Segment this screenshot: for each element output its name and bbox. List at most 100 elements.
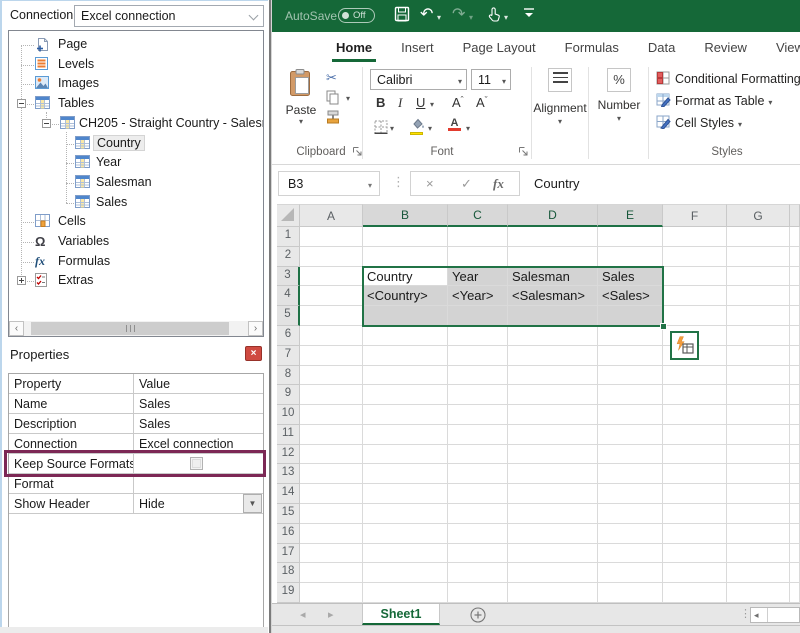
cell-E6[interactable] [598,326,663,346]
cell-G12[interactable] [727,445,790,465]
tree-item-formulas[interactable]: fxFormulas [9,252,263,272]
cell-F17[interactable] [663,544,727,564]
cell-F4[interactable] [663,286,727,306]
collapse-icon[interactable] [17,99,26,108]
cell-H14[interactable] [790,484,800,504]
cell-E5[interactable] [598,306,663,326]
tree-horizontal-scrollbar[interactable]: ‹› [9,321,263,336]
cell-B7[interactable] [363,346,448,366]
cell-C1[interactable] [448,227,508,247]
cell-A1[interactable] [300,227,363,247]
cell-A8[interactable] [300,366,363,386]
tree-item-page[interactable]: Page [9,35,263,55]
column-header-partial[interactable] [790,204,800,227]
cell-G7[interactable] [727,346,790,366]
cell-H5[interactable] [790,306,800,326]
cell-F2[interactable] [663,247,727,267]
cell-A7[interactable] [300,346,363,366]
cell-B4[interactable]: <Country> [363,286,448,306]
row-header-18[interactable]: 18 [277,563,300,583]
cell-E19[interactable] [598,583,663,603]
cell-E11[interactable] [598,425,663,445]
cell-E10[interactable] [598,405,663,425]
cell-A12[interactable] [300,445,363,465]
sheet-tab-sheet1[interactable]: Sheet1 [362,604,440,625]
tree-item-year[interactable]: Year [9,153,263,173]
cell-A2[interactable] [300,247,363,267]
collapse-icon[interactable] [42,119,51,128]
cell-D7[interactable] [508,346,598,366]
cell-G13[interactable] [727,464,790,484]
row-header-10[interactable]: 10 [277,405,300,425]
scroll-left-icon[interactable]: ‹ [9,321,24,336]
column-header-G[interactable]: G [727,204,790,227]
cell-E18[interactable] [598,563,663,583]
cell-C7[interactable] [448,346,508,366]
cell-H3[interactable] [790,267,800,287]
cell-D19[interactable] [508,583,598,603]
cell-C9[interactable] [448,385,508,405]
row-header-7[interactable]: 7 [277,346,300,366]
cell-F1[interactable] [663,227,727,247]
cell-E1[interactable] [598,227,663,247]
cell-E9[interactable] [598,385,663,405]
cell-H2[interactable] [790,247,800,267]
tree-item-ch205-straight-country-salesman[interactable]: CH205 - Straight Country - Salesman [9,114,263,134]
cell-F16[interactable] [663,524,727,544]
cell-A4[interactable] [300,286,363,306]
cell-H9[interactable] [790,385,800,405]
cell-G14[interactable] [727,484,790,504]
cell-G9[interactable] [727,385,790,405]
cell-A9[interactable] [300,385,363,405]
cell-E16[interactable] [598,524,663,544]
cell-C16[interactable] [448,524,508,544]
cell-D18[interactable] [508,563,598,583]
tree-item-salesman[interactable]: Salesman [9,173,263,193]
cell-C12[interactable] [448,445,508,465]
cell-D13[interactable] [508,464,598,484]
cell-H12[interactable] [790,445,800,465]
cell-B17[interactable] [363,544,448,564]
selection-fill-handle[interactable] [660,323,667,330]
cell-F15[interactable] [663,504,727,524]
cell-G2[interactable] [727,247,790,267]
cell-C5[interactable] [448,306,508,326]
cell-D4[interactable]: <Salesman> [508,286,598,306]
cell-E2[interactable] [598,247,663,267]
cell-F9[interactable] [663,385,727,405]
cell-E13[interactable] [598,464,663,484]
cell-D6[interactable] [508,326,598,346]
cell-C2[interactable] [448,247,508,267]
cell-D3[interactable]: Salesman [508,267,598,287]
cell-D17[interactable] [508,544,598,564]
cell-A6[interactable] [300,326,363,346]
cell-F5[interactable] [663,306,727,326]
column-header-F[interactable]: F [663,204,727,227]
close-icon[interactable]: × [245,346,262,361]
cell-C19[interactable] [448,583,508,603]
cell-A19[interactable] [300,583,363,603]
cell-H7[interactable] [790,346,800,366]
cell-C8[interactable] [448,366,508,386]
cell-E8[interactable] [598,366,663,386]
cell-E17[interactable] [598,544,663,564]
cell-H18[interactable] [790,563,800,583]
cell-D9[interactable] [508,385,598,405]
cell-E12[interactable] [598,445,663,465]
scroll-left-icon[interactable]: ◂ [754,610,759,621]
tree-item-sales[interactable]: Sales [9,193,263,213]
scrollbar-thumb[interactable] [31,322,229,335]
cell-C18[interactable] [448,563,508,583]
cell-A13[interactable] [300,464,363,484]
cell-D14[interactable] [508,484,598,504]
cell-F18[interactable] [663,563,727,583]
cell-F10[interactable] [663,405,727,425]
cell-G16[interactable] [727,524,790,544]
cell-B14[interactable] [363,484,448,504]
cell-B6[interactable] [363,326,448,346]
row-header-17[interactable]: 17 [277,544,300,564]
row-header-9[interactable]: 9 [277,385,300,405]
cell-B9[interactable] [363,385,448,405]
cell-A14[interactable] [300,484,363,504]
cell-B1[interactable] [363,227,448,247]
